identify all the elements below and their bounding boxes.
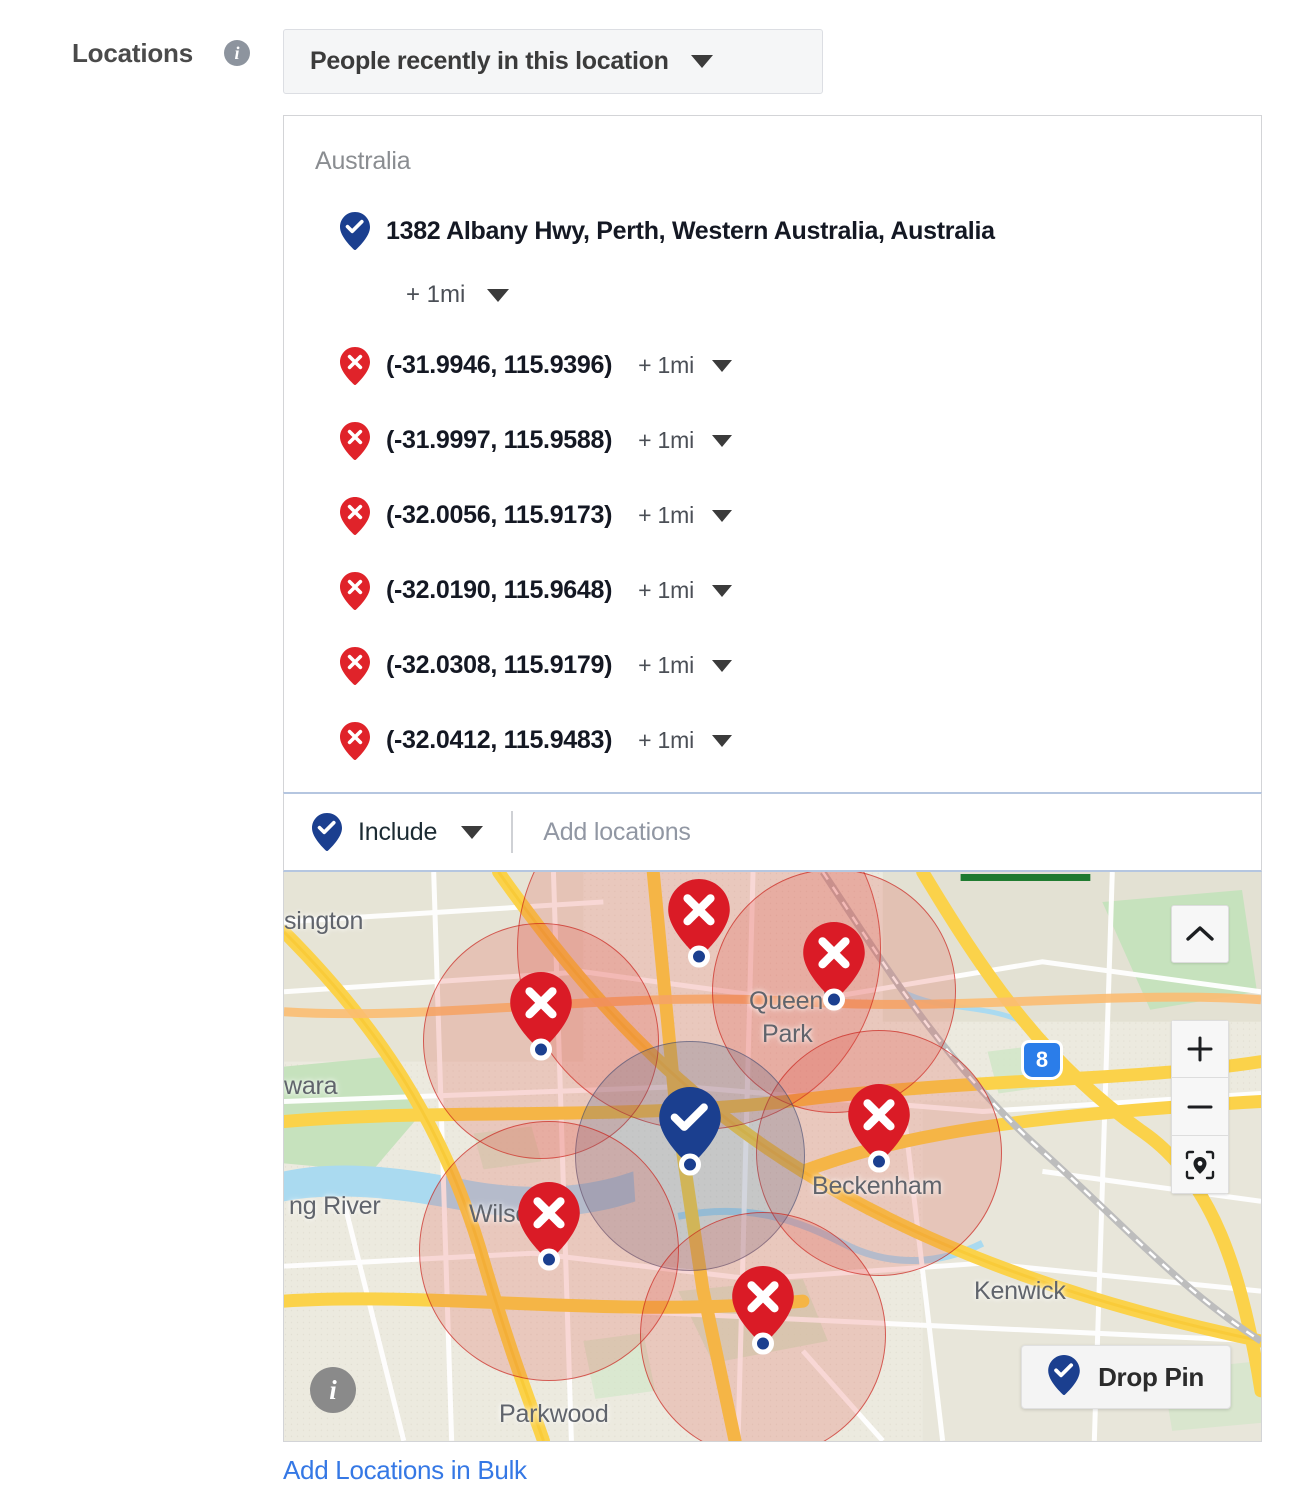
- red-x-pin-icon: [340, 497, 370, 535]
- location-coordinates: (-31.9997, 115.9588): [386, 426, 612, 455]
- primary-location-radius-dropdown[interactable]: + 1mi: [284, 262, 1261, 328]
- chevron-down-icon: [712, 435, 732, 447]
- minus-icon: [1186, 1093, 1214, 1121]
- location-coordinates: (-31.9946, 115.9396): [386, 351, 612, 380]
- blue-check-pin-icon: [1048, 1355, 1080, 1400]
- excluded-location-row[interactable]: (-31.9997, 115.9588) + 1mi: [284, 403, 1261, 478]
- locations-list: 1382 Albany Hwy, Perth, Western Australi…: [284, 200, 1261, 778]
- divider: [511, 811, 513, 853]
- map-info-button[interactable]: i: [310, 1367, 356, 1413]
- red-x-pin-icon: [340, 422, 370, 460]
- map-pin-excluded[interactable]: [848, 1084, 910, 1162]
- location-coordinates: (-32.0056, 115.9173): [386, 501, 612, 530]
- radius-value: + 1mi: [638, 427, 694, 454]
- map-collapse-button[interactable]: [1171, 905, 1229, 963]
- red-x-pin-icon: [340, 647, 370, 685]
- red-x-pin-icon: [340, 722, 370, 760]
- locate-button[interactable]: [1171, 1136, 1229, 1194]
- chevron-down-icon: [712, 585, 732, 597]
- map-pin-excluded[interactable]: [732, 1266, 794, 1344]
- location-coordinates: (-32.0412, 115.9483): [386, 726, 612, 755]
- pin-anchor-dot: [752, 1333, 774, 1355]
- map-zoom-controls: [1171, 1020, 1229, 1194]
- map-pin-excluded[interactable]: [803, 922, 865, 1000]
- location-radius-dropdown[interactable]: + 1mi: [638, 502, 732, 529]
- info-icon[interactable]: i: [224, 40, 250, 66]
- map-pin-excluded[interactable]: [518, 1182, 580, 1260]
- excluded-location-row[interactable]: (-32.0308, 115.9179) + 1mi: [284, 628, 1261, 703]
- excluded-location-row[interactable]: (-31.9946, 115.9396) + 1mi: [284, 328, 1261, 403]
- location-type-value: People recently in this location: [310, 47, 669, 76]
- primary-location-row[interactable]: 1382 Albany Hwy, Perth, Western Australi…: [284, 200, 1261, 262]
- radius-value: + 1mi: [638, 652, 694, 679]
- search-input[interactable]: [541, 817, 1261, 848]
- map-canvas[interactable]: singtonwaraQueen'sParkBeckenhamKenwickng…: [283, 872, 1262, 1442]
- blue-check-pin-icon: [312, 813, 342, 851]
- excluded-location-row[interactable]: (-32.0412, 115.9483) + 1mi: [284, 703, 1261, 778]
- location-radius-dropdown[interactable]: + 1mi: [638, 727, 732, 754]
- chevron-down-icon: [461, 826, 483, 839]
- map-pin-included[interactable]: [659, 1087, 721, 1165]
- pin-anchor-dot: [538, 1249, 560, 1271]
- location-radius-dropdown[interactable]: + 1mi: [638, 352, 732, 379]
- selected-locations-panel: Australia 1382 Albany Hwy, Perth, Wester…: [283, 115, 1262, 792]
- drop-pin-button[interactable]: Drop Pin: [1021, 1345, 1231, 1409]
- include-mode-label: Include: [358, 818, 437, 847]
- highway-shield-8: 8: [1021, 1040, 1063, 1080]
- excluded-location-row[interactable]: (-32.0056, 115.9173) + 1mi: [284, 478, 1261, 553]
- pin-anchor-dot: [868, 1151, 890, 1173]
- primary-location-text: 1382 Albany Hwy, Perth, Western Australi…: [386, 217, 995, 246]
- pin-anchor-dot: [823, 989, 845, 1011]
- add-locations-in-bulk-link[interactable]: Add Locations in Bulk: [283, 1455, 527, 1486]
- location-type-dropdown[interactable]: People recently in this location: [283, 29, 823, 94]
- radius-value: + 1mi: [406, 281, 465, 309]
- map-pin-excluded[interactable]: [668, 879, 730, 957]
- location-radius-dropdown[interactable]: + 1mi: [638, 427, 732, 454]
- pin-anchor-dot: [679, 1154, 701, 1176]
- chevron-down-icon: [712, 510, 732, 522]
- pin-anchor-dot: [688, 946, 710, 968]
- blue-check-pin-icon: [340, 212, 370, 250]
- red-x-pin-icon: [340, 572, 370, 610]
- chevron-down-icon: [712, 360, 732, 372]
- chevron-down-icon: [712, 735, 732, 747]
- radius-value: + 1mi: [638, 727, 694, 754]
- radius-value: + 1mi: [638, 352, 694, 379]
- zoom-out-button[interactable]: [1171, 1078, 1229, 1136]
- drop-pin-label: Drop Pin: [1098, 1362, 1204, 1393]
- chevron-down-icon: [712, 660, 732, 672]
- include-mode-dropdown[interactable]: Include: [312, 813, 483, 851]
- zoom-in-button[interactable]: [1171, 1020, 1229, 1078]
- locate-pin-icon: [1184, 1149, 1216, 1181]
- include-bar: Include: [283, 792, 1262, 872]
- radius-value: + 1mi: [638, 577, 694, 604]
- location-radius-dropdown[interactable]: + 1mi: [638, 652, 732, 679]
- chevron-down-icon: [487, 289, 509, 302]
- country-heading: Australia: [315, 147, 410, 176]
- page-title: Locations: [72, 38, 193, 69]
- location-coordinates: (-32.0190, 115.9648): [386, 576, 612, 605]
- pin-anchor-dot: [530, 1039, 552, 1061]
- location-radius-dropdown[interactable]: + 1mi: [638, 577, 732, 604]
- chevron-down-icon: [691, 55, 713, 68]
- location-coordinates: (-32.0308, 115.9179): [386, 651, 612, 680]
- red-x-pin-icon: [340, 347, 370, 385]
- radius-value: + 1mi: [638, 502, 694, 529]
- map-pin-excluded[interactable]: [510, 972, 572, 1050]
- chevron-up-icon: [1185, 924, 1215, 944]
- excluded-location-row[interactable]: (-32.0190, 115.9648) + 1mi: [284, 553, 1261, 628]
- plus-icon: [1186, 1035, 1214, 1063]
